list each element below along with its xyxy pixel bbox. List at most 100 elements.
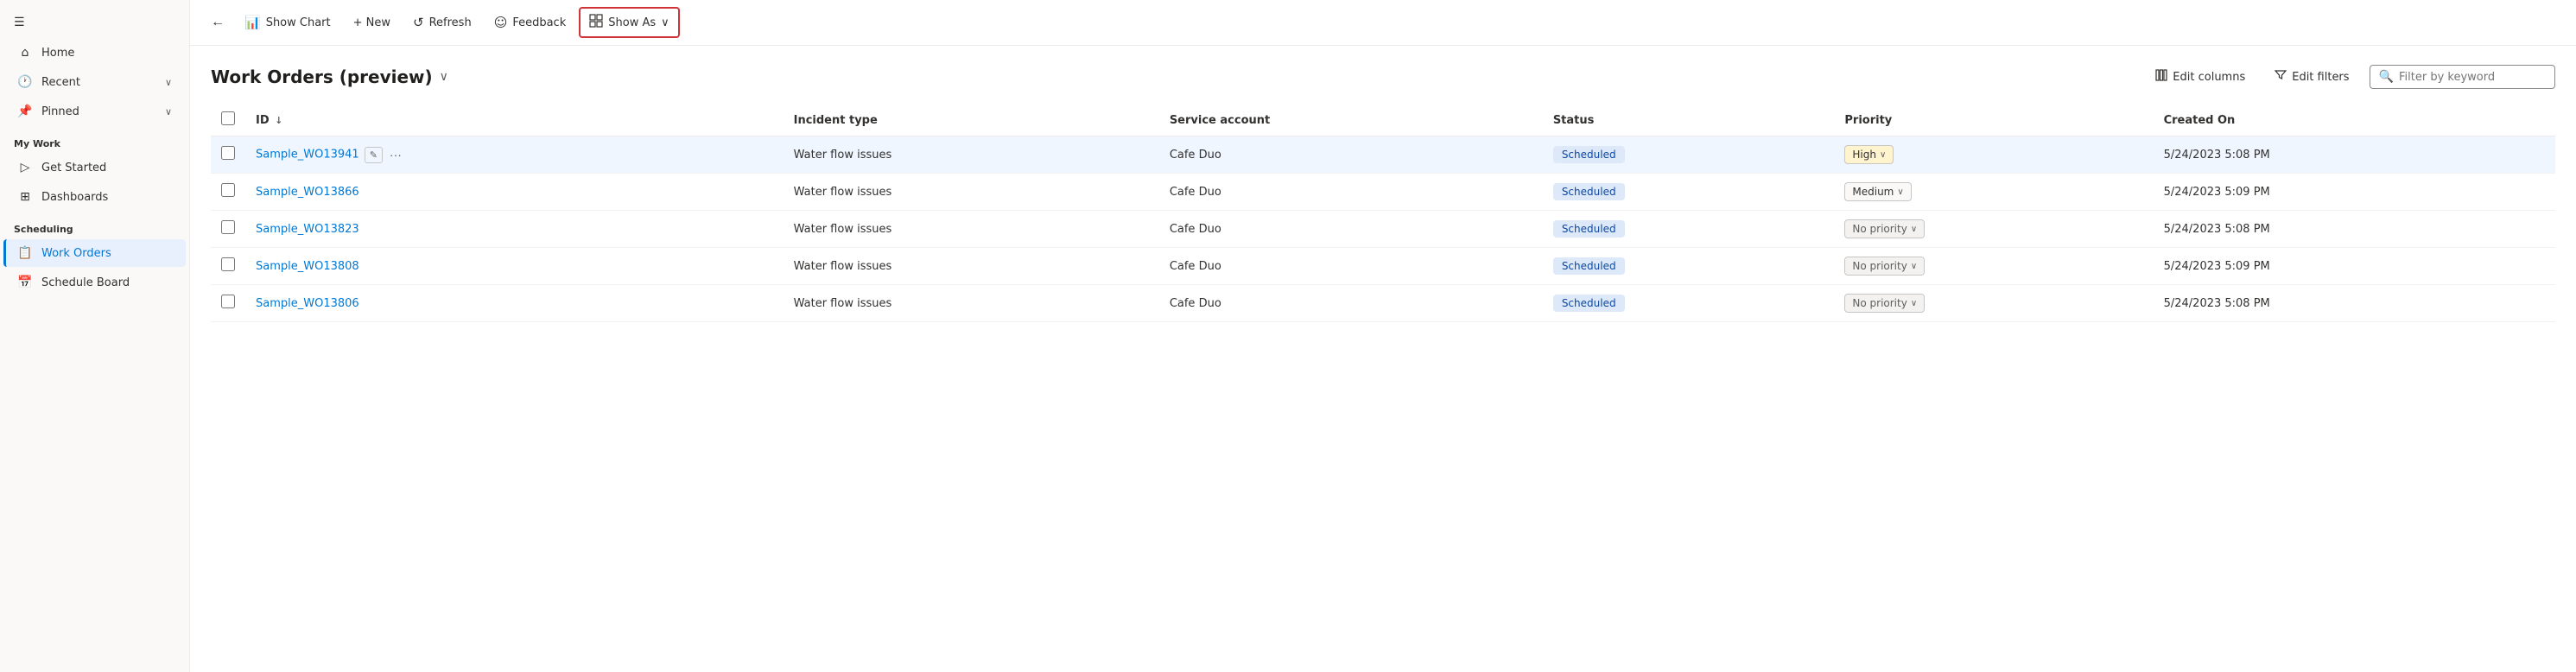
show-as-icon <box>589 14 603 31</box>
filter-icon <box>2275 69 2287 85</box>
row-created-on-cell: 5/24/2023 5:08 PM <box>2154 285 2555 322</box>
page-header: Work Orders (preview) ∨ Edit columns Edi… <box>211 63 2555 91</box>
chart-icon: 📊 <box>244 15 261 30</box>
table-row: Sample_WO13866Water flow issuesCafe DuoS… <box>211 174 2555 211</box>
sidebar-item-get-started[interactable]: ▷ Get Started <box>3 154 186 181</box>
page-title-chevron-icon[interactable]: ∨ <box>440 70 448 84</box>
row-checkbox[interactable] <box>221 220 235 234</box>
row-priority-cell: High∨ <box>1834 136 2153 174</box>
refresh-button[interactable]: ↺ Refresh <box>403 9 481 36</box>
row-incident-type-cell: Water flow issues <box>784 174 1159 211</box>
sidebar-item-pinned[interactable]: 📌 Pinned ∨ <box>3 98 186 125</box>
refresh-icon: ↺ <box>413 15 424 30</box>
record-link[interactable]: Sample_WO13808 <box>256 260 359 273</box>
filter-input-wrap[interactable]: 🔍 <box>2370 65 2555 89</box>
sidebar-item-label: Dashboards <box>41 191 172 204</box>
row-incident-type-cell: Water flow issues <box>784 248 1159 285</box>
row-status-cell: Scheduled <box>1543 136 1835 174</box>
row-priority-cell: No priority∨ <box>1834 211 2153 248</box>
record-link[interactable]: Sample_WO13806 <box>256 297 359 310</box>
refresh-label: Refresh <box>429 16 472 29</box>
sidebar-item-label: Recent <box>41 76 156 89</box>
incident-type-column-header[interactable]: Incident type <box>784 105 1159 136</box>
row-checkbox[interactable] <box>221 183 235 197</box>
row-checkbox[interactable] <box>221 146 235 160</box>
page-title: Work Orders (preview) <box>211 67 433 87</box>
row-incident-type-cell: Water flow issues <box>784 136 1159 174</box>
row-edit-button[interactable]: ✎ <box>365 147 383 163</box>
row-id-cell: Sample_WO13941 ✎··· <box>245 136 784 174</box>
priority-select[interactable]: No priority∨ <box>1844 294 1925 313</box>
table-row: Sample_WO13941 ✎··· Water flow issuesCafe … <box>211 136 2555 174</box>
row-checkbox[interactable] <box>221 257 235 271</box>
row-checkbox-cell <box>211 174 245 211</box>
sidebar-item-home[interactable]: ⌂ Home <box>3 39 186 67</box>
priority-select[interactable]: No priority∨ <box>1844 219 1925 238</box>
sidebar-item-dashboards[interactable]: ⊞ Dashboards <box>3 183 186 211</box>
scheduling-section-header: Scheduling <box>0 212 189 238</box>
filter-input[interactable] <box>2399 71 2546 84</box>
row-status-cell: Scheduled <box>1543 248 1835 285</box>
edit-columns-button[interactable]: Edit columns <box>2146 63 2255 91</box>
sidebar-item-recent[interactable]: 🕐 Recent ∨ <box>3 68 186 96</box>
row-actions: ✎··· <box>365 146 405 163</box>
priority-label: Medium <box>1852 186 1894 198</box>
table-row: Sample_WO13823Water flow issuesCafe DuoS… <box>211 211 2555 248</box>
back-button[interactable]: ← <box>204 10 232 35</box>
new-label: + New <box>353 16 390 29</box>
show-as-label: Show As <box>608 16 656 29</box>
row-service-account-cell: Cafe Duo <box>1159 248 1543 285</box>
status-column-header[interactable]: Status <box>1543 105 1835 136</box>
sidebar-item-schedule-board[interactable]: 📅 Schedule Board <box>3 269 186 296</box>
show-chart-button[interactable]: 📊 Show Chart <box>235 9 340 36</box>
sidebar: ☰ ⌂ Home 🕐 Recent ∨ 📌 Pinned ∨ My Work ▷… <box>0 0 190 672</box>
pin-icon: 📌 <box>17 105 33 118</box>
show-as-button[interactable]: Show As ∨ <box>579 7 679 38</box>
priority-chevron-icon: ∨ <box>1897 187 1903 197</box>
id-column-label: ID <box>256 114 270 127</box>
row-status-cell: Scheduled <box>1543 174 1835 211</box>
table-row: Sample_WO13808 Water flow issuesCafe Duo S… <box>211 248 2555 285</box>
home-icon: ⌂ <box>17 46 33 60</box>
status-badge: Scheduled <box>1553 183 1625 200</box>
priority-label: No priority <box>1852 297 1907 309</box>
status-column-label: Status <box>1553 114 1595 127</box>
hamburger-button[interactable]: ☰ <box>0 7 189 38</box>
row-checkbox[interactable] <box>221 295 235 308</box>
row-checkbox-cell <box>211 211 245 248</box>
status-badge: Scheduled <box>1553 146 1625 163</box>
main-area: ← 📊 Show Chart + New ↺ Refresh ☺ Feedbac… <box>190 0 2576 672</box>
incident-type-column-label: Incident type <box>794 114 878 127</box>
new-button[interactable]: + New <box>344 10 400 35</box>
status-badge: Scheduled <box>1553 257 1625 275</box>
priority-select[interactable]: Medium∨ <box>1844 182 1911 201</box>
search-icon: 🔍 <box>2379 70 2394 84</box>
priority-select[interactable]: No priority∨ <box>1844 257 1925 276</box>
edit-columns-label: Edit columns <box>2173 71 2245 84</box>
priority-chevron-icon: ∨ <box>1911 225 1917 234</box>
sidebar-item-label: Work Orders <box>41 247 172 260</box>
row-created-on-cell: 5/24/2023 5:08 PM <box>2154 136 2555 174</box>
row-priority-cell: No priority∨ <box>1834 285 2153 322</box>
row-status-cell: Scheduled <box>1543 285 1835 322</box>
priority-column-header[interactable]: Priority <box>1834 105 2153 136</box>
row-checkbox-cell <box>211 285 245 322</box>
service-account-column-header[interactable]: Service account <box>1159 105 1543 136</box>
feedback-button[interactable]: ☺ Feedback <box>485 9 576 36</box>
record-link[interactable]: Sample_WO13823 <box>256 223 359 236</box>
show-chart-label: Show Chart <box>266 16 331 29</box>
row-more-button[interactable]: ··· <box>386 146 405 163</box>
created-on-column-header[interactable]: Created On <box>2154 105 2555 136</box>
priority-label: High <box>1852 149 1876 161</box>
record-link[interactable]: Sample_WO13866 <box>256 186 359 199</box>
select-all-checkbox[interactable] <box>221 111 235 125</box>
id-column-header[interactable]: ID ↓ <box>245 105 784 136</box>
row-service-account-cell: Cafe Duo <box>1159 136 1543 174</box>
sidebar-item-work-orders[interactable]: 📋 Work Orders <box>3 239 186 267</box>
priority-select[interactable]: High∨ <box>1844 145 1894 164</box>
edit-filters-button[interactable]: Edit filters <box>2265 63 2358 91</box>
my-work-section-header: My Work <box>0 126 189 153</box>
row-checkbox-cell <box>211 136 245 174</box>
work-orders-icon: 📋 <box>17 246 33 260</box>
record-link[interactable]: Sample_WO13941 <box>256 149 359 162</box>
